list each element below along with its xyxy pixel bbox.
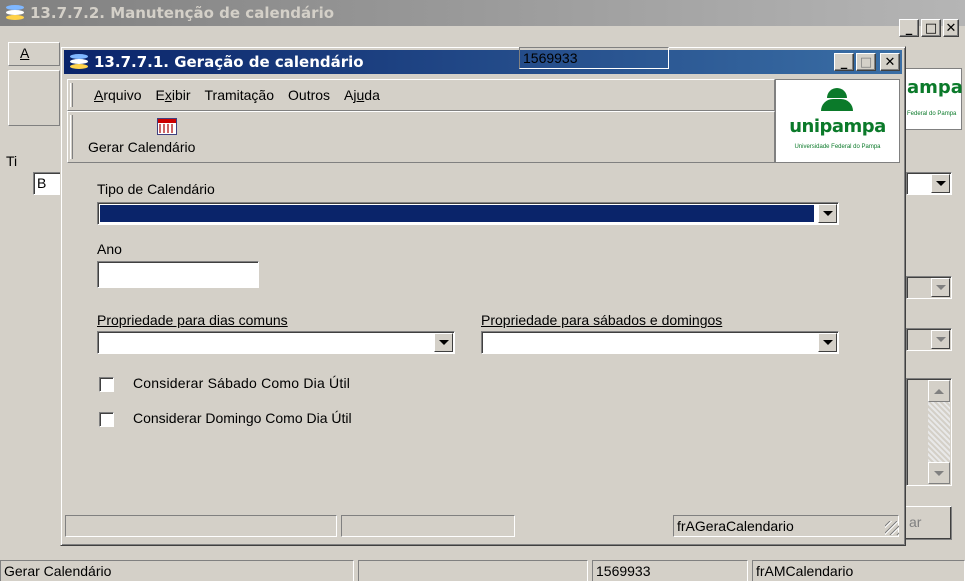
- logo-mark-icon: [827, 88, 847, 98]
- back-list-scrollbar[interactable]: [928, 380, 950, 484]
- dialog-title: 13.7.7.1. Geração de calendário: [94, 53, 364, 71]
- back-select-3[interactable]: [906, 328, 952, 351]
- back-logo: ampa Federal do Pampa: [904, 68, 963, 130]
- chevron-down-icon[interactable]: [931, 330, 950, 349]
- chevron-down-icon[interactable]: [931, 174, 950, 193]
- dialog-menubar: Arquivo Exibir Tramitação Outros Ajuda: [67, 79, 775, 111]
- back-window-caption-buttons: _ □ ✕: [899, 19, 959, 37]
- dialog-status-form: frAGeraCalendario: [673, 515, 899, 537]
- back-action-button[interactable]: ar: [898, 506, 952, 540]
- chevron-down-icon[interactable]: [818, 204, 837, 223]
- logo-name: unipampa: [789, 116, 886, 137]
- back-tipo-select[interactable]: B: [33, 172, 63, 195]
- back-menu-arquivo[interactable]: A: [20, 45, 29, 61]
- dialog-status-field2: [341, 515, 515, 537]
- tipo-calendario-selected: [99, 204, 815, 223]
- ano-label: Ano: [97, 241, 122, 257]
- generate-calendar-label: Gerar Calendário: [88, 139, 196, 155]
- chevron-down-icon[interactable]: [818, 333, 837, 352]
- resize-grip-icon[interactable]: [885, 521, 899, 535]
- tipo-calendario-label: Tipo de Calendário: [97, 181, 215, 197]
- back-tipo-select-right[interactable]: [906, 172, 952, 195]
- back-window-title: 13.7.7.2. Manutenção de calendário: [30, 4, 335, 22]
- logo-mark-base: [821, 99, 853, 111]
- back-status-form: frAMCalendario: [752, 560, 965, 581]
- app-icon: [4, 5, 26, 21]
- logo-subtitle: Universidade Federal do Pampa: [794, 144, 881, 150]
- chevron-down-icon[interactable]: [434, 333, 453, 352]
- dialog-caption-buttons: _ □ ✕: [834, 53, 900, 71]
- back-tipo-label: Ti: [6, 153, 18, 169]
- dialog-window: 13.7.7.1. Geração de calendário _ □ ✕ Ar…: [60, 46, 906, 546]
- dialog-status-field1: [65, 515, 337, 537]
- app-icon: [68, 54, 90, 70]
- menu-ajuda[interactable]: Ajuda: [344, 87, 380, 103]
- menu-tramitacao[interactable]: Tramitação: [205, 87, 275, 103]
- menu-items: Arquivo Exibir Tramitação Outros Ajuda: [94, 87, 380, 103]
- back-list[interactable]: [906, 378, 952, 486]
- menu-arquivo[interactable]: Arquivo: [94, 87, 141, 103]
- back-status-code: 1569933: [592, 560, 748, 581]
- toolbar-grip: [70, 115, 73, 159]
- menu-grip: [70, 83, 73, 107]
- maximize-icon[interactable]: □: [921, 19, 941, 37]
- back-status-operation: Gerar Calendário: [0, 560, 354, 581]
- close-icon[interactable]: ✕: [880, 53, 900, 71]
- back-logo-subtitle: Federal do Pampa: [907, 111, 957, 117]
- unipampa-logo: unipampa Universidade Federal do Pampa: [775, 79, 900, 163]
- dialog-status-code: 1569933: [519, 47, 669, 69]
- sabado-checkbox-label[interactable]: Considerar Sábado Como Dia Útil: [133, 375, 350, 391]
- back-logo-text: ampa: [907, 77, 963, 98]
- scroll-up-icon[interactable]: [928, 380, 950, 402]
- dialog-titlebar[interactable]: 13.7.7.1. Geração de calendário _ □ ✕: [64, 50, 902, 74]
- domingo-checkbox[interactable]: [99, 412, 114, 427]
- generate-calendar-button[interactable]: Gerar Calendário: [88, 114, 256, 160]
- dias-comuns-select[interactable]: [97, 331, 455, 354]
- back-menubar: [8, 42, 60, 66]
- domingo-checkbox-label[interactable]: Considerar Domingo Como Dia Útil: [133, 410, 352, 426]
- menu-outros[interactable]: Outros: [288, 87, 330, 103]
- fim-semana-label: Propriedade para sábados e domingos: [481, 312, 723, 328]
- back-window-titlebar[interactable]: 13.7.7.2. Manutenção de calendário: [0, 0, 965, 26]
- calendar-icon: [157, 118, 177, 135]
- ano-input[interactable]: [97, 261, 259, 288]
- maximize-icon[interactable]: □: [856, 53, 876, 71]
- back-select-2[interactable]: [906, 276, 952, 299]
- minimize-icon[interactable]: _: [899, 19, 919, 37]
- scroll-down-icon[interactable]: [928, 462, 950, 484]
- close-icon[interactable]: ✕: [943, 19, 959, 37]
- menu-exibir[interactable]: Exibir: [155, 87, 190, 103]
- dialog-toolbar: Gerar Calendário: [67, 111, 775, 163]
- back-status-blank: [358, 560, 588, 581]
- sabado-checkbox[interactable]: [99, 377, 114, 392]
- back-toolbar: [8, 70, 60, 126]
- dias-comuns-label: Propriedade para dias comuns: [97, 312, 288, 328]
- tipo-calendario-select[interactable]: [97, 202, 839, 225]
- chevron-down-icon[interactable]: [931, 278, 950, 297]
- fim-semana-select[interactable]: [481, 331, 839, 354]
- minimize-icon[interactable]: _: [834, 53, 854, 71]
